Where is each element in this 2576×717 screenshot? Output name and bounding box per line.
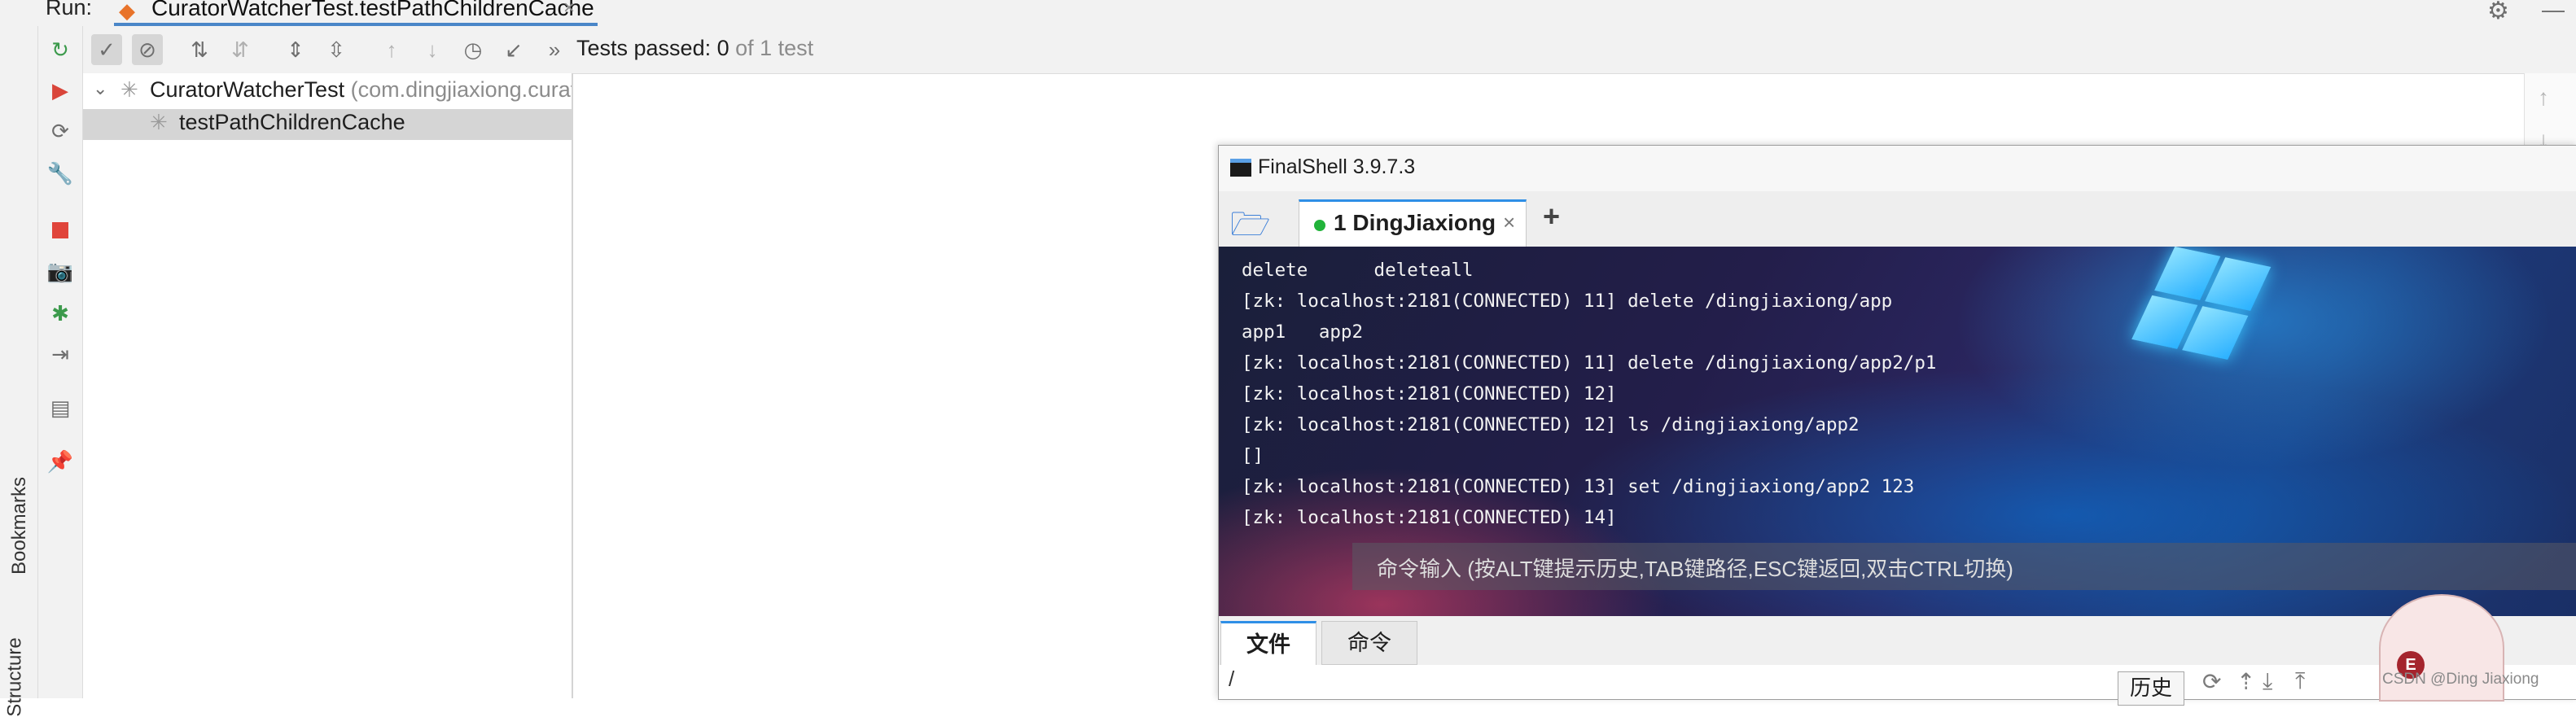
test-class-name: CuratorWatcherTest <box>150 77 345 102</box>
show-passed-icon[interactable]: ✓ <box>91 34 122 65</box>
terminal-line: [zk: localhost:2181(CONNECTED) 11] delet… <box>1242 352 1937 374</box>
running-spinner-icon: ✳ <box>120 77 138 102</box>
watermark-text: CSDN @Ding Jiaxiong <box>2382 671 2539 688</box>
run-tab-close-icon[interactable]: × <box>563 0 575 20</box>
file-path-bar: / 历史 ⟳ ⇡ ⤓ ⤒ <box>1219 665 2576 706</box>
upload-icon[interactable]: ⇡ <box>2236 668 2255 695</box>
more-actions-icon[interactable]: » <box>539 34 570 65</box>
gear-icon[interactable]: ⚙ <box>2487 0 2509 25</box>
terminal-line: delete deleteall <box>1242 260 1474 281</box>
terminal-line: app1 app2 <box>1242 321 1364 343</box>
bottom-tab-bar: 文件 命令 <box>1219 616 2576 666</box>
tree-row-test-method[interactable]: ✳ testPathChildrenCache <box>83 109 572 140</box>
tab-files[interactable]: 文件 <box>1220 621 1316 665</box>
finalshell-titlebar[interactable]: FinalShell 3.9.7.3 <box>1219 146 2576 191</box>
terminal-line: [] <box>1242 445 1264 466</box>
session-tab-close-icon[interactable]: × <box>1503 210 1515 235</box>
pin-icon[interactable]: 📌 <box>46 448 74 475</box>
tab-commands[interactable]: 命令 <box>1321 621 1417 665</box>
previous-failed-icon[interactable]: ↑ <box>376 34 407 65</box>
terminal-app-icon <box>1230 159 1251 177</box>
terminal-line: [zk: localhost:2181(CONNECTED) 12] ls /d… <box>1242 414 1860 435</box>
camera-icon[interactable]: 📷 <box>46 257 74 285</box>
run-actions-strip: ↻ ▶ ⟳ 🔧 📷 ✱ ⇥ ▤ 📌 <box>38 26 83 698</box>
connected-status-dot <box>1314 220 1325 231</box>
test-method-name: testPathChildrenCache <box>179 110 405 134</box>
sort-duration-icon[interactable]: ⇵ <box>225 34 256 65</box>
test-tree: ⌄ ✳ CuratorWatcherTest (com.dingjiaxiong… <box>83 73 573 698</box>
terminal-line: [zk: localhost:2181(CONNECTED) 14] <box>1242 507 1617 528</box>
history-button[interactable]: 历史 <box>2118 671 2184 706</box>
test-runner-toolbar: ✓ ⊘ ⇅ ⇵ ⇕ ⇳ ↑ ↓ ◷ ↙ » Tests passed: 0 of… <box>83 26 2576 74</box>
layout-icon[interactable]: ▤ <box>46 394 74 422</box>
exit-icon[interactable]: ⇥ <box>46 340 74 368</box>
tests-passed-count: 0 <box>716 36 729 60</box>
chevron-down-icon[interactable]: ⌄ <box>93 78 107 99</box>
finalshell-window: FinalShell 3.9.7.3 🗁 1 DingJiaxiong × + … <box>1218 145 2576 706</box>
session-tab-bar: 🗁 1 DingJiaxiong × + <box>1219 191 2576 247</box>
test-history-icon[interactable]: ◷ <box>458 34 488 65</box>
next-failed-icon[interactable]: ↓ <box>417 34 448 65</box>
tests-status: Tests passed: 0 of 1 test <box>576 36 813 61</box>
add-tab-button[interactable]: + <box>1543 199 1560 234</box>
minimize-icon[interactable]: — <box>2542 0 2565 23</box>
current-path[interactable]: / <box>1229 667 1234 692</box>
command-input[interactable]: 命令输入 (按ALT键提示历史,TAB键路径,ESC键返回,双击CTRL切换) <box>1352 543 2576 590</box>
toggle-auto-test-icon[interactable]: ⟳ <box>46 117 74 145</box>
stop-icon[interactable] <box>46 215 74 243</box>
run-config-icon: ◆ <box>119 0 135 23</box>
expand-all-icon[interactable]: ⇕ <box>280 34 311 65</box>
import-tests-icon[interactable]: ↙ <box>498 34 529 65</box>
terminal-line: [zk: localhost:2181(CONNECTED) 13] set /… <box>1242 476 1915 497</box>
bookmarks-tab[interactable]: Bookmarks <box>8 477 31 575</box>
tree-row-test-class[interactable]: ⌄ ✳ CuratorWatcherTest (com.dingjiaxiong… <box>83 77 572 107</box>
show-ignored-icon[interactable]: ⊘ <box>132 34 163 65</box>
tests-status-prefix: Tests passed: <box>576 36 717 60</box>
rerun-failed-icon[interactable]: ▶ <box>46 77 74 104</box>
running-spinner-icon: ✳ <box>150 110 168 134</box>
session-tab[interactable]: 1 DingJiaxiong × <box>1299 199 1527 247</box>
finalshell-title: FinalShell 3.9.7.3 <box>1258 155 1416 178</box>
scroll-up-icon[interactable]: ↑ <box>2538 85 2549 111</box>
windows-logo-wallpaper <box>2089 247 2350 397</box>
refresh-icon[interactable]: ⟳ <box>2202 668 2221 695</box>
transfer-icon[interactable]: ⤒ <box>2295 668 2305 695</box>
tests-status-suffix: of 1 test <box>729 36 814 60</box>
sort-alpha-icon[interactable]: ⇅ <box>184 34 215 65</box>
debug-bug-icon[interactable]: ✱ <box>46 299 74 327</box>
wrench-icon[interactable]: 🔧 <box>46 160 74 187</box>
terminal-line: [zk: localhost:2181(CONNECTED) 11] delet… <box>1242 291 1893 312</box>
collapse-all-icon[interactable]: ⇳ <box>321 34 352 65</box>
command-input-placeholder: 命令输入 (按ALT键提示历史,TAB键路径,ESC键返回,双击CTRL切换) <box>1377 557 2013 581</box>
download-icon[interactable]: ⤓ <box>2263 668 2272 695</box>
structure-tab[interactable]: Structure <box>4 637 27 716</box>
session-tab-label: 1 DingJiaxiong <box>1334 210 1496 235</box>
test-class-package: (com.dingjiaxiong.curato <box>344 77 573 102</box>
run-label: Run: <box>46 0 93 20</box>
run-tab[interactable]: CuratorWatcherTest.testPathChildrenCache <box>151 0 594 21</box>
terminal-output[interactable]: delete deleteall [zk: localhost:2181(CON… <box>1219 247 2576 616</box>
side-tool-strip: Bookmarks Structure <box>0 26 38 717</box>
terminal-line: [zk: localhost:2181(CONNECTED) 12] <box>1242 383 1617 404</box>
run-tool-window-header: Run: ◆ CuratorWatcherTest.testPathChildr… <box>0 0 2576 27</box>
rerun-icon[interactable]: ↻ <box>46 36 74 63</box>
